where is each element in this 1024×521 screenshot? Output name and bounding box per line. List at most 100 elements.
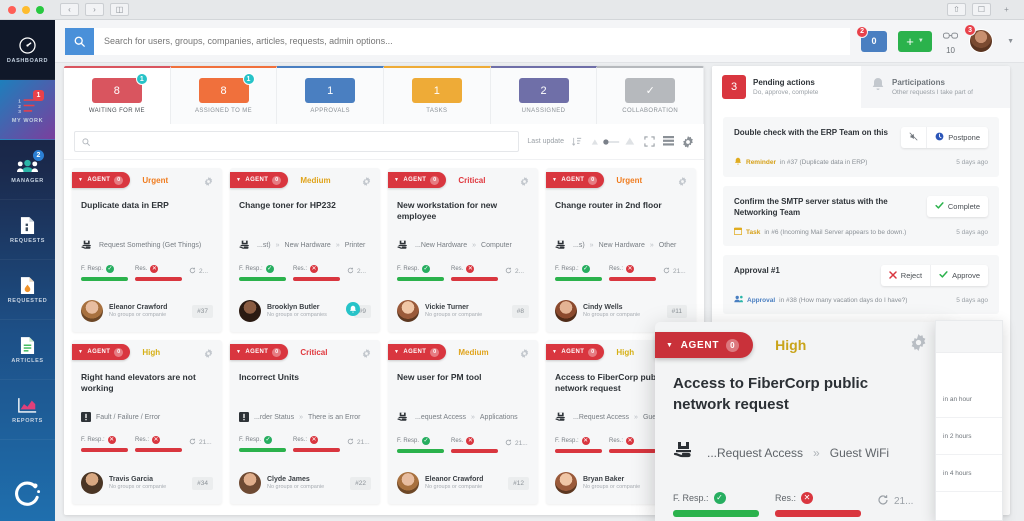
action-button-postpone[interactable]: Postpone	[927, 127, 988, 148]
enlarged-card-overlay[interactable]: ▼ AGENT 0 High Access to FiberCorp publi…	[655, 322, 945, 521]
view-as-button[interactable]: 10	[942, 27, 959, 55]
pending-action-item[interactable]: Approval #1 Reject Approve Approval in #38 (…	[723, 255, 999, 315]
card-path: ...New Hardware » Computer	[397, 240, 529, 251]
dropdown-item-in-2-hours[interactable]: in 2 hours	[936, 418, 1002, 455]
card-path-segment: ...st)	[257, 242, 271, 249]
action-button-reject[interactable]: Reject	[881, 265, 932, 287]
metric1-bar	[81, 277, 128, 281]
chevron-down-icon[interactable]: ▼	[1007, 38, 1014, 45]
sidebar-item-requests[interactable]: REQUESTS	[0, 200, 55, 260]
gear-icon[interactable]	[204, 345, 213, 363]
share-icon[interactable]: ⇧	[947, 3, 966, 16]
forward-icon[interactable]: ›	[85, 3, 104, 16]
gear-icon[interactable]	[520, 345, 529, 363]
search-input[interactable]	[94, 27, 850, 55]
action-button-complete[interactable]: Complete	[927, 196, 988, 217]
request-card[interactable]: ▼ AGENT 0 Urgent Change router in 2nd floor.…	[546, 168, 696, 332]
request-card[interactable]: ▼ AGENT 0 Urgent Duplicate data in ERP Reques…	[72, 168, 222, 332]
agent-label: AGENT	[245, 349, 269, 355]
sidebar-item-dashboard[interactable]: DASHBOARD	[0, 20, 55, 80]
notifications-button[interactable]: 2 0	[856, 25, 888, 52]
action-timestamp: 5 days ago	[956, 159, 988, 166]
fullscreen-icon[interactable]	[644, 136, 655, 147]
check-icon	[935, 201, 944, 212]
request-card[interactable]: ▼ AGENT 0 Critical New workstation for new e…	[388, 168, 538, 332]
pending-action-item[interactable]: Confirm the SMTP server status with the …	[723, 186, 999, 247]
action-title: Double check with the ERP Team on this	[734, 128, 888, 137]
gear-icon[interactable]	[910, 334, 927, 356]
sort-icon[interactable]	[572, 137, 582, 147]
tabs-icon[interactable]: ☐	[972, 3, 991, 16]
sidebar-item-articles[interactable]: ARTICLES	[0, 320, 55, 380]
overlay-agent-badge[interactable]: ▼ AGENT 0	[655, 332, 754, 358]
tab-tasks[interactable]: 1 TASKS	[384, 66, 491, 124]
request-card[interactable]: ▼ AGENT 0 Medium Change toner for HP232 ...st…	[230, 168, 380, 332]
card-recurrence: 2...	[505, 265, 524, 276]
bell-icon[interactable]	[346, 302, 360, 316]
agent-count: 0	[588, 175, 598, 185]
sort-label[interactable]: Last update	[527, 138, 564, 145]
dropdown-item-in-an-hour[interactable]: in an hour	[936, 381, 1002, 418]
action-buttons: Complete	[926, 196, 988, 217]
metric-resolution: Res. ✕	[451, 437, 498, 453]
maximize-window-button[interactable]	[36, 5, 44, 14]
tab-unassigned[interactable]: 2 UNASSIGNED	[490, 66, 598, 124]
app-window: ‹ › ◫ ⇧ ☐ + DASHBOARD 1 1 2 3 MY WORK 2 …	[0, 0, 1024, 521]
sidebar-label-reports: REPORTS	[12, 418, 43, 424]
tab-collaboration[interactable]: ✓ COLLABORATION	[597, 66, 704, 124]
request-card[interactable]: ▼ AGENT 0 Critical Incorrect Units ...rder St…	[230, 340, 380, 504]
tab-count-value: 8	[113, 84, 120, 97]
metric1-label: F. Resp.	[397, 438, 420, 444]
gear-icon[interactable]	[362, 345, 371, 363]
add-button[interactable]: + ▼	[898, 30, 933, 52]
overlay-path-prefix: ...Request Access	[707, 445, 804, 460]
agent-badge[interactable]: ▼ AGENT 0	[230, 344, 289, 360]
card-header: ▼ AGENT 0 Urgent	[546, 168, 687, 192]
gear-icon[interactable]	[362, 173, 371, 191]
gear-icon[interactable]	[204, 173, 213, 191]
check-icon: ✓	[422, 265, 431, 273]
card-user-name: Bryan Baker	[583, 476, 625, 483]
sidebar-item-manager[interactable]: 2 MANAGER	[0, 140, 55, 200]
agent-badge[interactable]: ▼ AGENT 0	[72, 172, 131, 188]
card-path-segment: Computer	[481, 242, 512, 249]
request-card[interactable]: ▼ AGENT 0 High Right hand elevators are not …	[72, 340, 222, 504]
tab-approvals[interactable]: 1 APPROVALS	[277, 66, 385, 124]
list-view-icon[interactable]	[663, 136, 674, 147]
action-button-approve[interactable]: Approve	[931, 265, 988, 286]
sidebar-item-reports[interactable]: REPORTS	[0, 380, 55, 440]
metric2-label: Res.:	[609, 438, 624, 444]
search-icon[interactable]	[65, 27, 94, 55]
new-tab-icon[interactable]: +	[997, 3, 1016, 16]
tab-waiting-for-me[interactable]: 1 8 WAITING FOR ME	[64, 66, 171, 124]
agent-badge[interactable]: ▼ AGENT 0	[388, 172, 447, 188]
dropdown-item-in-4-hours[interactable]: in 4 hours	[936, 455, 1002, 492]
back-icon[interactable]: ‹	[60, 3, 79, 16]
pending-actions-subtitle: Do, approve, complete	[753, 89, 819, 96]
agent-badge[interactable]: ▼ AGENT 0	[546, 172, 605, 188]
agent-badge[interactable]: ▼ AGENT 0	[546, 344, 605, 360]
card-header: ▼ AGENT 0 Medium	[388, 340, 529, 364]
request-card[interactable]: ▼ AGENT 0 Medium New user for PM tool ...eque…	[388, 340, 538, 504]
close-window-button[interactable]	[8, 5, 16, 14]
gear-icon[interactable]	[678, 173, 687, 191]
notifications-count: 0	[871, 36, 877, 46]
action-button-mute-icon[interactable]	[901, 127, 928, 148]
size-slider[interactable]	[590, 137, 636, 147]
minimize-window-button[interactable]	[22, 5, 30, 14]
user-menu[interactable]: 3	[964, 24, 994, 53]
agent-badge[interactable]: ▼ AGENT 0	[230, 172, 289, 188]
tab-assigned-to-me[interactable]: 1 8 ASSIGNED TO ME	[170, 66, 278, 124]
agent-badge[interactable]: ▼ AGENT 0	[388, 344, 447, 360]
sidebar-toggle-icon[interactable]: ◫	[110, 3, 129, 16]
tab-pending-actions[interactable]: 3 Pending actions Do, approve, complete	[712, 66, 861, 108]
sidebar-item-requested[interactable]: REQUESTED	[0, 260, 55, 320]
filter-search-input[interactable]	[95, 137, 512, 146]
card-user-groups: No groups or companie	[425, 484, 483, 490]
pending-action-item[interactable]: Double check with the ERP Team on this Po…	[723, 117, 999, 177]
agent-badge[interactable]: ▼ AGENT 0	[72, 344, 131, 360]
tab-participations[interactable]: Participations Other requests I take par…	[861, 66, 1010, 108]
gear-icon[interactable]	[682, 135, 694, 148]
gear-icon[interactable]	[520, 173, 529, 191]
sidebar-item-my-work[interactable]: 1 1 2 3 MY WORK	[0, 80, 55, 140]
